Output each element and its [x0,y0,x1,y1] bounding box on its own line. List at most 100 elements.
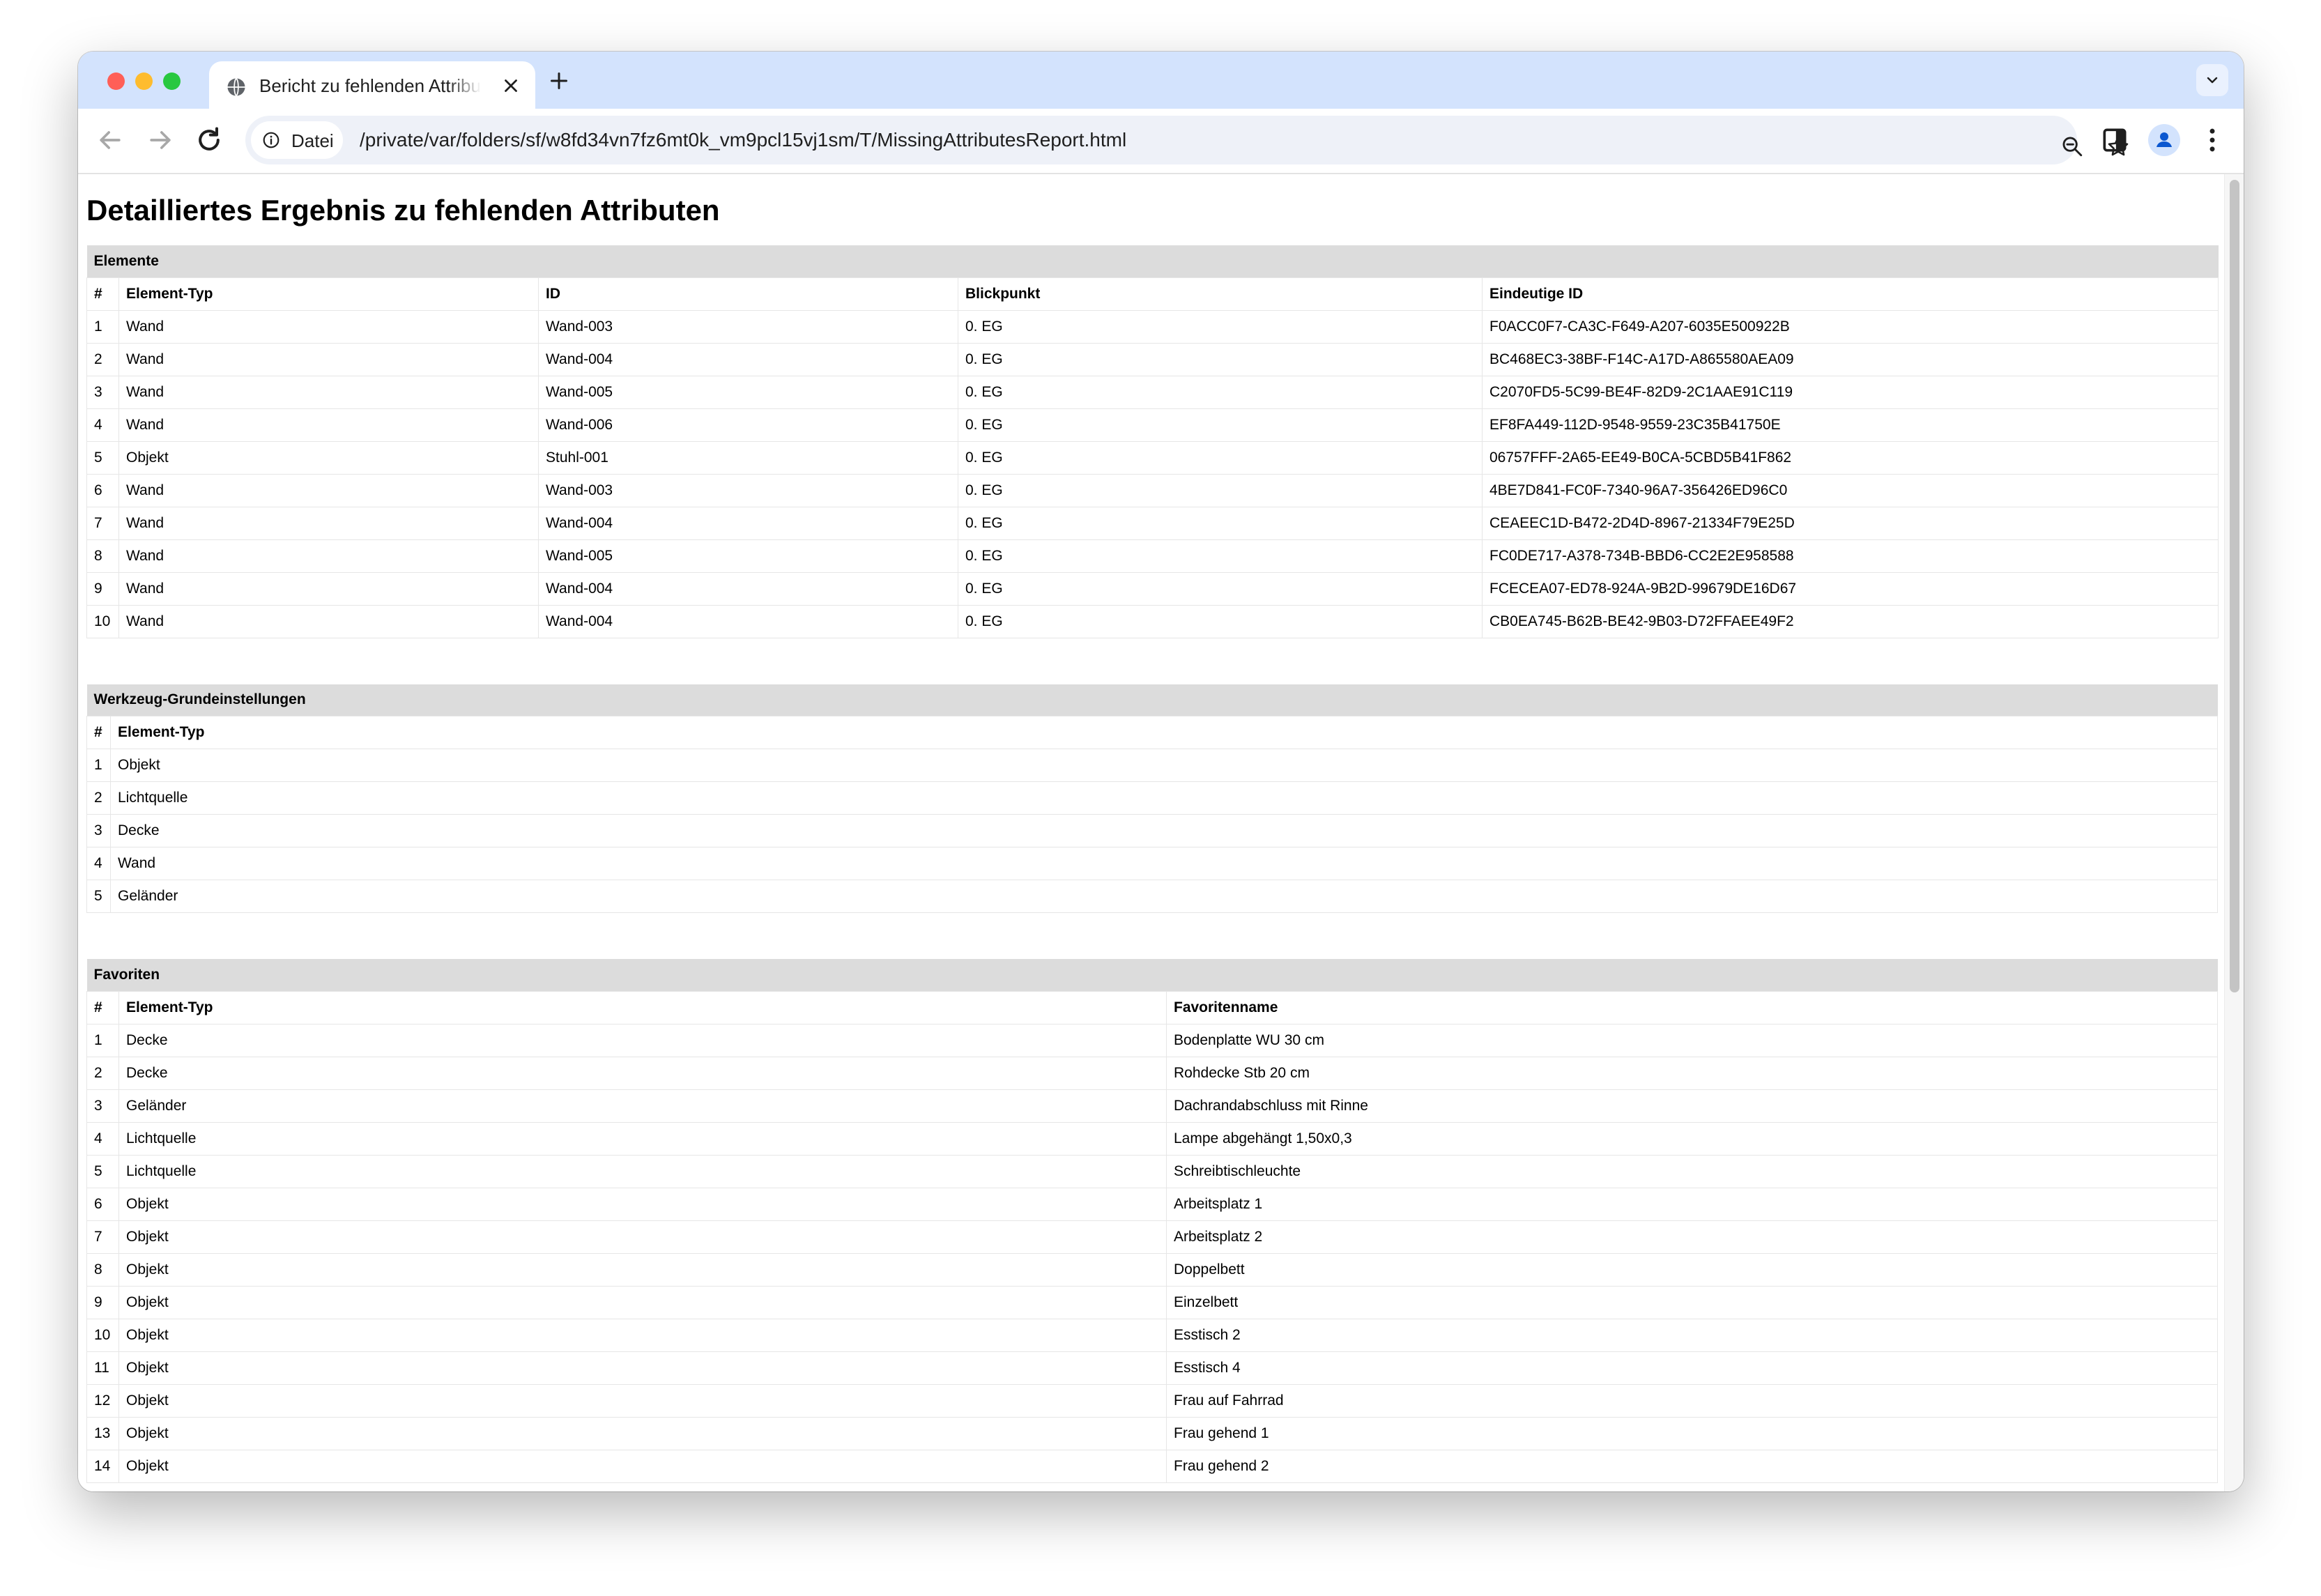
table-cell: FC0DE717-A378-734B-BBD6-CC2E2E958588 [1481,539,2219,573]
table-cell: 4BE7D841-FC0F-7340-96A7-356426ED96C0 [1481,473,2219,507]
browser-window: Bericht zu fehlenden Attributen [78,52,2244,1491]
zoom-icon[interactable] [2060,135,2084,158]
table-cell: Objekt [118,440,539,475]
column-header: Element-Typ [118,277,539,311]
column-header: Favoritenname [1166,990,2218,1025]
table-row: 6 Objekt Arbeitsplatz 1 [86,1187,2218,1221]
table-cell: 5 [86,440,119,475]
profile-icon [2157,132,2172,147]
table-row: 9 Wand Wand-004 0. EG FCECEA07-ED78-924A-9B2… [86,571,2219,606]
browser-tab[interactable]: Bericht zu fehlenden Attributen [209,61,535,109]
table-cell: Wand [118,539,539,573]
table-row: 5 Geländer [86,880,2218,913]
column-header: # [86,716,111,749]
table-cell: 7 [86,1220,119,1254]
table-cell: Doppelbett [1166,1252,2218,1287]
table-row: 5 Objekt Stuhl-001 0. EG 06757FFF-2A65-EE49-… [86,440,2219,475]
scrollbar-thumb[interactable] [2230,180,2239,992]
table-cell: 1 [86,309,119,344]
table-cell: 1 [86,749,111,782]
table-cell: 0. EG [958,408,1483,442]
table-row: 9 Objekt Einzelbett [86,1285,2218,1319]
table-cell: 06757FFF-2A65-EE49-B0CA-5CBD5B41F862 [1481,440,2219,475]
table-row: 14 Objekt Frau gehend 2 [86,1449,2218,1483]
table-row: 7 Wand Wand-004 0. EG CEAEEC1D-B472-2D4D-896… [86,506,2219,540]
address-bar[interactable]: Datei /private/var/folders/sf/w8fd34vn7f… [245,116,2129,164]
table-cell: 9 [86,571,119,606]
table-cell: Objekt [118,1318,1167,1352]
table-cell: Lichtquelle [118,1154,1167,1188]
table-row: 11 Objekt Esstisch 4 [86,1351,2218,1385]
table-row: 2 Decke Rohdecke Stb 20 cm [86,1056,2218,1090]
site-chip-label: Datei [291,130,334,151]
close-icon[interactable] [500,75,521,96]
table-cell: EF8FA449-112D-9548-9559-23C35B41750E [1481,408,2219,442]
column-header: Eindeutige ID [1481,277,2219,311]
table-cell: 0. EG [958,309,1483,344]
column-header-row: # Element-Typ ID Blickpunkt Eindeutige I… [86,277,2219,311]
table-cell: 3 [86,1089,119,1123]
table-cell: Wand-006 [538,408,958,442]
table-cell: Objekt [118,1187,1167,1221]
elements-section: Elemente # Element-Typ ID Blickpunkt Ein… [86,245,2219,638]
table-cell: 14 [86,1449,119,1483]
table-cell: 10 [86,1318,119,1352]
table-cell: Decke [118,1023,1167,1057]
table-cell: Wand-004 [538,571,958,606]
table-cell: 1 [86,1023,119,1057]
tool-defaults-table: Werkzeug-Grundeinstellungen # Element-Ty… [86,684,2218,913]
table-cell: 2 [86,1056,119,1090]
table-cell: FCECEA07-ED78-924A-9B2D-99679DE16D67 [1481,571,2219,606]
elements-table: Elemente # Element-Typ ID Blickpunkt Ein… [86,245,2219,638]
profile-button[interactable] [2148,124,2180,156]
column-header-row: # Element-Typ [86,716,2218,749]
report-page: Detailliertes Ergebnis zu fehlenden Attr… [86,174,2219,1483]
table-cell: Objekt [118,1383,1167,1418]
table-cell: Wand [118,375,539,409]
table-cell: Decke [110,814,2218,847]
table-cell: 8 [86,539,119,573]
table-cell: Frau gehend 2 [1166,1449,2218,1483]
window-close-button[interactable] [107,72,125,90]
table-cell: 9 [86,1285,119,1319]
url-text[interactable]: /private/var/folders/sf/w8fd34vn7fz6mt0k… [360,129,1126,151]
table-cell: Wand [110,847,2218,880]
table-cell: 8 [86,1252,119,1287]
table-row: 2 Lichtquelle [86,781,2218,815]
favorites-table: Favoriten # Element-Typ Favoritenname 1D… [86,959,2218,1483]
table-cell: BC468EC3-38BF-F14C-A17D-A865580AEA09 [1481,342,2219,376]
site-info-chip[interactable]: Datei [251,121,343,159]
reload-icon[interactable] [194,125,224,155]
column-header: Element-Typ [110,716,2218,749]
forward-arrow-icon[interactable] [145,125,176,155]
table-cell: Wand-003 [538,473,958,507]
more-vert-icon[interactable] [2197,125,2228,155]
table-row: 8 Objekt Doppelbett [86,1252,2218,1287]
table-cell: Bodenplatte WU 30 cm [1166,1023,2218,1057]
tool-defaults-section: Werkzeug-Grundeinstellungen # Element-Ty… [86,684,2218,913]
table-cell: 0. EG [958,506,1483,540]
table-cell: Decke [118,1056,1167,1090]
back-arrow-icon[interactable] [95,125,125,155]
table-cell: Wand-005 [538,539,958,573]
table-row: 7 Objekt Arbeitsplatz 2 [86,1220,2218,1254]
table-cell: Wand [118,342,539,376]
page-content: Detailliertes Ergebnis zu fehlenden Attr… [78,174,2244,1491]
table-row: 4 Wand Wand-006 0. EG EF8FA449-112D-9548-955… [86,408,2219,442]
vertical-scrollbar[interactable] [2224,174,2244,1491]
column-header: # [86,990,119,1025]
tab-title: Bericht zu fehlenden Attributen [259,75,481,96]
side-panel-icon[interactable] [2099,125,2130,155]
table-cell: Esstisch 4 [1166,1351,2218,1385]
table-cell: Wand [118,309,539,344]
window-minimize-button[interactable] [135,72,153,90]
table-cell: Esstisch 2 [1166,1318,2218,1352]
table-cell: Lampe abgehängt 1,50x0,3 [1166,1121,2218,1156]
table-row: 10 Objekt Esstisch 2 [86,1318,2218,1352]
tab-search-button[interactable] [2196,64,2228,96]
chevron-down-icon [2207,77,2218,84]
plus-icon[interactable] [546,68,572,93]
table-cell: Lichtquelle [110,781,2218,815]
column-header: ID [538,277,958,311]
window-maximize-button[interactable] [163,72,181,90]
